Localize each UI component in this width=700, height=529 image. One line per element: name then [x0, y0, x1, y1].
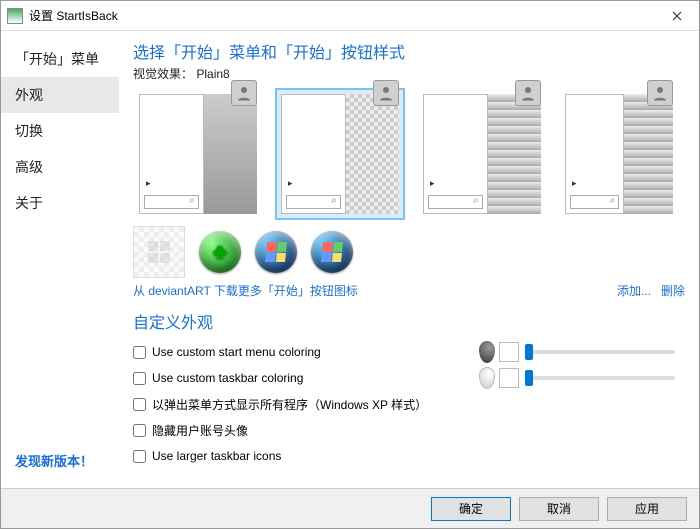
remove-link[interactable]: 删除: [661, 282, 685, 299]
orb-option-win7b[interactable]: [311, 231, 353, 273]
window-title: 设置 StartIsBack: [29, 7, 655, 24]
apply-button[interactable]: 应用: [607, 497, 687, 521]
opt-label: Use custom start menu coloring: [152, 345, 321, 359]
skin-option-2[interactable]: ▸: [275, 88, 405, 220]
slider-menu-opacity[interactable]: [525, 350, 675, 354]
drop-dark-icon: [479, 341, 495, 363]
sidebar-item-about[interactable]: 关于: [1, 185, 119, 221]
color-swatch-taskbar[interactable]: [499, 368, 519, 388]
checkbox-larger-icons[interactable]: [133, 450, 146, 463]
color-swatch-menu[interactable]: [499, 342, 519, 362]
visual-effect-label: 视觉效果：: [133, 67, 193, 81]
opt-label: 以弹出菜单方式显示所有程序（Windows XP 样式）: [152, 396, 427, 413]
footer: 确定 取消 应用: [1, 488, 699, 528]
visual-effect-line: 视觉效果： Plain8: [133, 65, 685, 82]
close-button[interactable]: [655, 1, 699, 31]
visual-effect-value: Plain8: [196, 67, 229, 81]
customize-heading: 自定义外观: [133, 309, 685, 333]
sidebar-item-advanced[interactable]: 高级: [1, 149, 119, 185]
sidebar-item-switch[interactable]: 切换: [1, 113, 119, 149]
deviantart-link[interactable]: 从 deviantART 下载更多「开始」按钮图标: [133, 282, 358, 299]
clover-icon: ♣: [213, 239, 227, 265]
slider-taskbar-opacity[interactable]: [525, 376, 675, 380]
user-icon: [515, 80, 541, 106]
sidebar-item-appearance[interactable]: 外观: [1, 77, 119, 113]
opt-label: 隐藏用户账号头像: [152, 422, 248, 439]
opt-hide-avatar[interactable]: 隐藏用户账号头像: [133, 422, 248, 439]
opt-label: Use larger taskbar icons: [152, 449, 281, 463]
sidebar: 「开始」菜单 外观 切换 高级 关于 发现新版本！: [1, 31, 119, 488]
checkbox-xp-style[interactable]: [133, 398, 146, 411]
orb-links-row: 从 deviantART 下载更多「开始」按钮图标 添加... 删除: [133, 282, 685, 299]
orb-option-flat[interactable]: [133, 226, 185, 278]
content-pane: 选择「开始」菜单和「开始」按钮样式 视觉效果： Plain8 ▸ ▸ ▸ ▸: [119, 31, 699, 488]
user-icon: [373, 80, 399, 106]
opt-larger-icons[interactable]: Use larger taskbar icons: [133, 449, 281, 463]
titlebar: 设置 StartIsBack: [1, 1, 699, 31]
user-icon: [647, 80, 673, 106]
skin-option-1[interactable]: ▸: [133, 88, 263, 220]
checkbox-custom-menu-color[interactable]: [133, 346, 146, 359]
drop-light-icon: [479, 367, 495, 389]
update-notice[interactable]: 发现新版本！: [1, 451, 119, 470]
app-icon: [7, 8, 23, 24]
orb-list: ♣: [133, 226, 685, 278]
skin-list: ▸ ▸ ▸ ▸: [133, 88, 685, 220]
close-icon: [672, 11, 682, 21]
section-heading: 选择「开始」菜单和「开始」按钮样式: [133, 39, 685, 63]
cancel-button[interactable]: 取消: [519, 497, 599, 521]
skin-option-4[interactable]: ▸: [559, 88, 679, 220]
checkbox-hide-avatar[interactable]: [133, 424, 146, 437]
windows-flag-icon: [265, 242, 287, 262]
ok-button[interactable]: 确定: [431, 497, 511, 521]
windows-flag-icon: [321, 242, 343, 262]
sidebar-item-startmenu[interactable]: 「开始」菜单: [1, 41, 119, 77]
opt-xp-style[interactable]: 以弹出菜单方式显示所有程序（Windows XP 样式）: [133, 396, 427, 413]
orb-option-clover[interactable]: ♣: [199, 231, 241, 273]
windows-icon: [148, 241, 170, 263]
opt-label: Use custom taskbar coloring: [152, 371, 303, 385]
user-icon: [231, 80, 257, 106]
skin-option-3[interactable]: ▸: [417, 88, 547, 220]
add-link[interactable]: 添加...: [617, 282, 651, 299]
opt-custom-taskbar-color[interactable]: Use custom taskbar coloring: [133, 371, 303, 385]
orb-option-win7[interactable]: [255, 231, 297, 273]
checkbox-custom-taskbar-color[interactable]: [133, 372, 146, 385]
opt-custom-menu-color[interactable]: Use custom start menu coloring: [133, 345, 321, 359]
